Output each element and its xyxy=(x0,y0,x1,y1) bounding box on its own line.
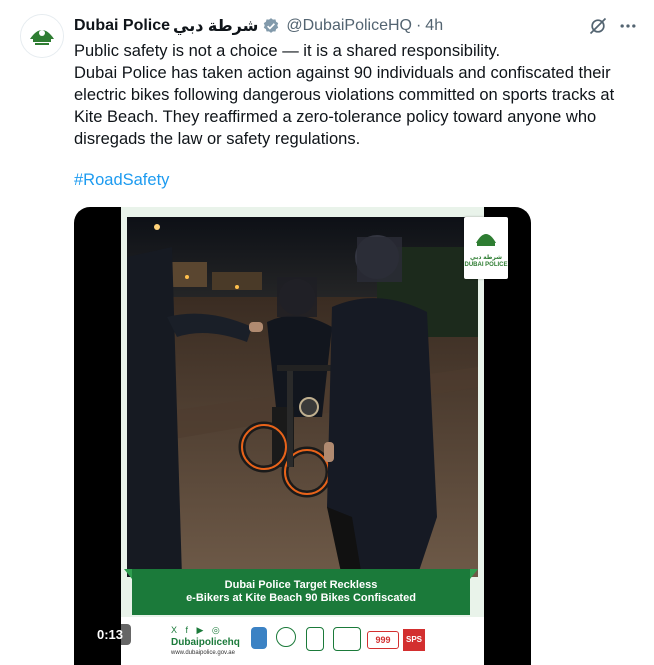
more-options-icon[interactable] xyxy=(618,16,638,36)
banner-line-1: Dubai Police Target Reckless xyxy=(224,579,378,591)
tweet-text: Public safety is not a choice — it is a … xyxy=(74,40,634,150)
tweet-timestamp[interactable]: 4h xyxy=(425,17,443,35)
logo-text-english: DUBAI POLICE xyxy=(464,262,508,268)
dot-separator: · xyxy=(415,17,422,34)
emergency-badge: 999 xyxy=(367,631,399,649)
dubai-police-emblem-icon xyxy=(476,234,496,246)
video-still-image xyxy=(127,217,478,577)
car-icon xyxy=(333,627,361,651)
tweet-video[interactable]: شرطة دبي DUBAI POLICE Dubai Police Targe… xyxy=(74,207,531,665)
video-logo-card: شرطة دبي DUBAI POLICE xyxy=(464,217,508,279)
author-name-arabic[interactable]: شرطة دبي xyxy=(173,16,258,36)
tweet-header: Dubai Police شرطة دبي @DubaiPoliceHQ · 4… xyxy=(74,14,634,38)
author-handle[interactable]: @DubaiPoliceHQ xyxy=(286,17,412,35)
tweet-paragraph-2: Dubai Police has taken action against 90… xyxy=(74,64,615,148)
video-headline-banner: Dubai Police Target Reckless e-Bikers at… xyxy=(132,569,470,615)
app-icon xyxy=(251,627,267,649)
footer-handle: Dubaipolicehq xyxy=(171,637,240,648)
banner-line-2: e-Bikers at Kite Beach 90 Bikes Confisca… xyxy=(186,592,416,604)
footer-website: www.dubaipolice.gov.ae xyxy=(171,650,235,656)
sps-logo: SPS xyxy=(403,629,425,651)
hashtag-link[interactable]: #RoadSafety xyxy=(74,171,169,190)
verified-badge-icon xyxy=(262,17,280,35)
tweet-paragraph-1: Public safety is not a choice — it is a … xyxy=(74,42,501,60)
author-avatar[interactable] xyxy=(20,14,64,58)
dubai-police-logo xyxy=(21,15,63,57)
banner-corner-left xyxy=(124,569,132,579)
banner-corner-right xyxy=(470,569,478,579)
video-timer: 0:13 xyxy=(89,624,132,645)
social-icons-row: X f ▶ ◎ xyxy=(171,625,223,635)
eye-icon xyxy=(276,627,296,647)
logo-text-arabic: شرطة دبي xyxy=(470,255,502,261)
author-name[interactable]: Dubai Police xyxy=(74,17,170,35)
video-footer-strip: X f ▶ ◎ Dubaipolicehq www.dubaipolice.go… xyxy=(121,617,484,665)
grok-icon[interactable] xyxy=(588,16,608,36)
phone-icon xyxy=(306,627,324,651)
